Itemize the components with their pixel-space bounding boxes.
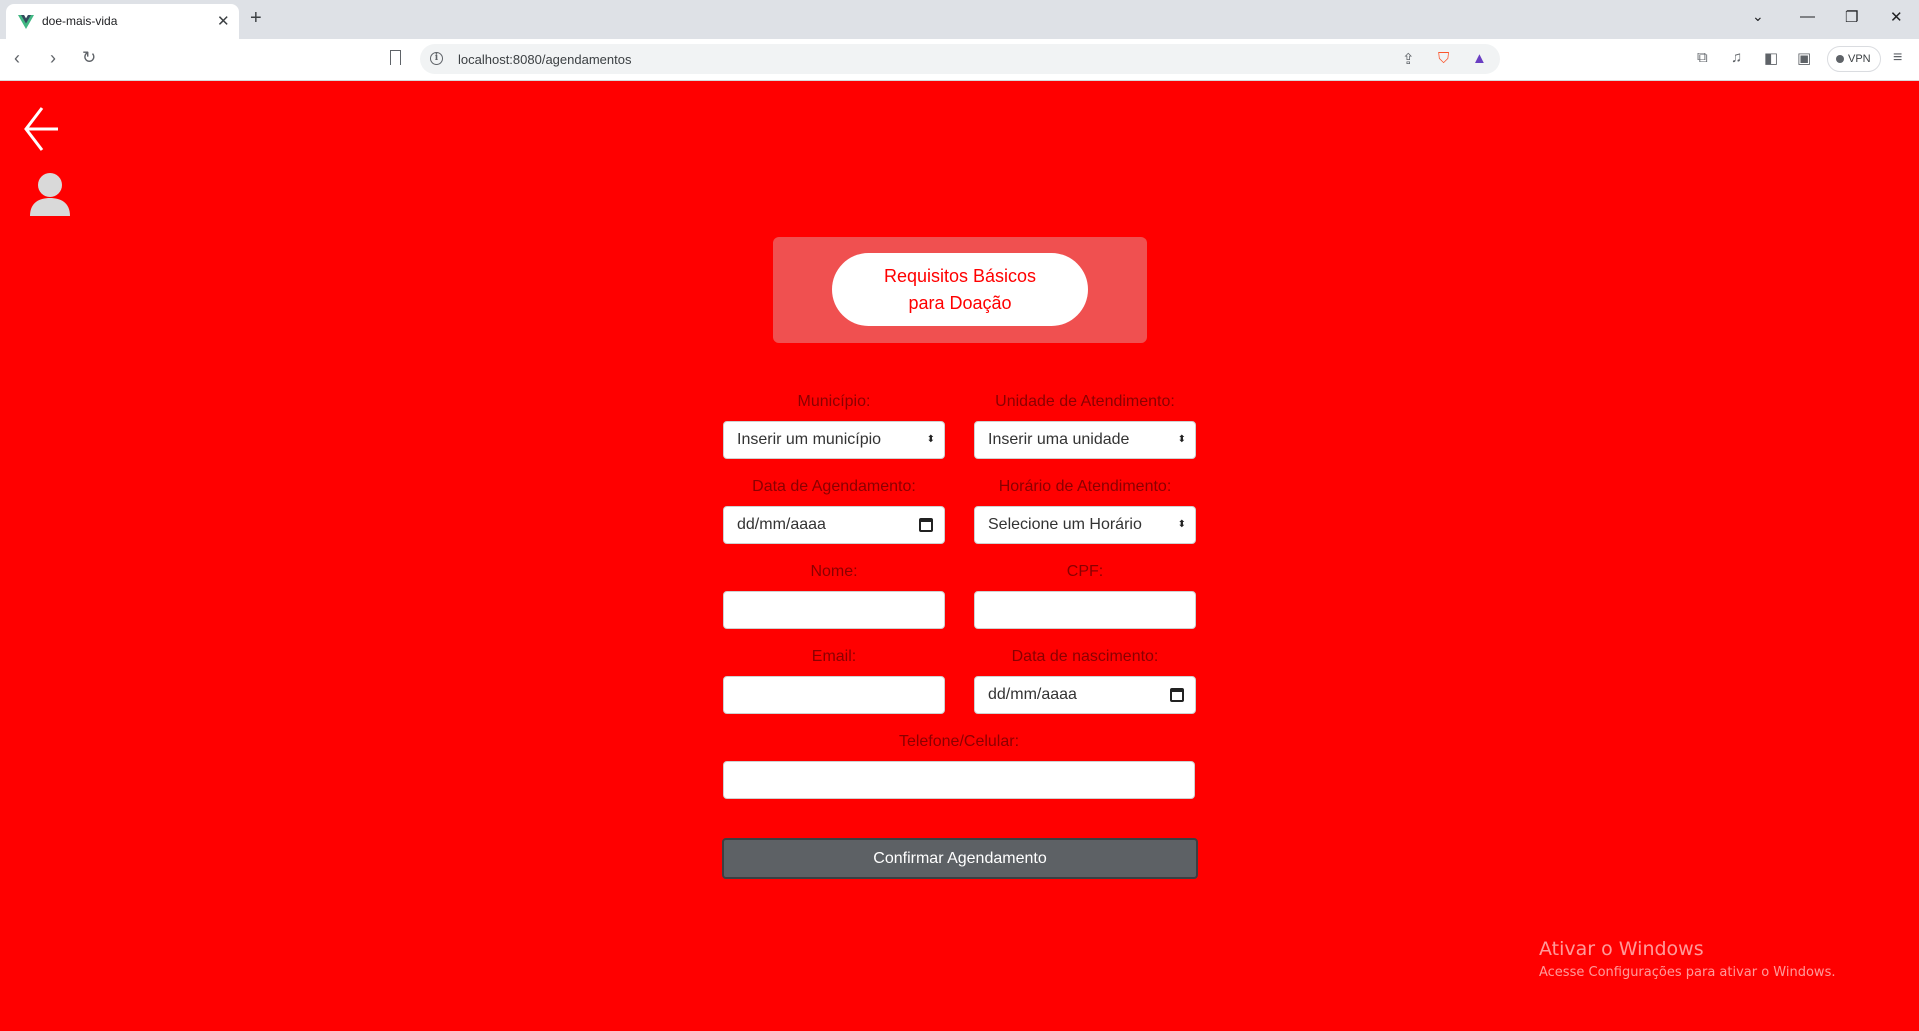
sidebar-icon[interactable]: ◧ [1764,49,1778,67]
vpn-label: VPN [1848,53,1871,65]
nascimento-value: dd/mm/aaaa [988,686,1077,703]
media-icon[interactable]: ♫ [1731,49,1742,66]
select-arrows-icon: ⬍ [926,434,935,445]
vpn-button[interactable]: VPN [1827,46,1881,72]
brave-shield-icon[interactable]: ⛉ [1438,50,1449,67]
browser-tab[interactable]: doe-mais-vida ✕ [6,4,239,39]
data-agendamento-input[interactable]: dd/mm/aaaa [723,506,945,544]
unidade-select[interactable]: Inserir uma unidade ⬍ [974,421,1196,459]
municipio-select[interactable]: Inserir um município ⬍ [723,421,945,459]
unidade-value: Inserir uma unidade [988,431,1130,448]
municipio-value: Inserir um município [737,431,882,448]
select-arrows-icon: ⬍ [1177,519,1186,530]
calendar-icon[interactable] [1170,688,1184,702]
brave-rewards-icon[interactable]: ▲ [1472,50,1487,67]
requirements-button[interactable]: Requisitos Básicos para Doação [832,253,1088,326]
vpn-status-icon [1836,55,1844,63]
user-profile-icon[interactable] [28,172,72,216]
telefone-input[interactable] [723,761,1195,799]
select-arrows-icon: ⬍ [1177,434,1186,445]
nascimento-label: Data de nascimento: [1011,648,1159,665]
close-tab-icon[interactable]: ✕ [217,12,230,30]
back-arrow-icon[interactable] [22,104,62,154]
unidade-label: Unidade de Atendimento: [995,393,1175,410]
vue-logo-icon [18,15,34,29]
bookmark-icon[interactable] [390,50,401,65]
tab-search-icon[interactable]: ⌄ [1752,8,1764,25]
calendar-icon[interactable] [919,518,933,532]
url-text: localhost:8080/agendamentos [458,52,632,67]
cpf-label: CPF: [1066,563,1104,580]
windows-watermark-title: Ativar o Windows [1539,938,1704,960]
restore-icon[interactable]: ❐ [1845,8,1858,26]
horario-select[interactable]: Selecione um Horário ⬍ [974,506,1196,544]
address-bar[interactable]: i localhost:8080/agendamentos ⇪ ⛉ ▲ [420,44,1500,74]
horario-label: Horário de Atendimento: [998,478,1172,495]
cpf-input[interactable] [974,591,1196,629]
forward-nav-icon[interactable]: › [50,48,56,69]
requirements-panel: Requisitos Básicos para Doação [773,237,1147,343]
tab-title: doe-mais-vida [42,14,118,28]
requirements-line2: para Doação [908,292,1012,313]
browser-tabstrip: doe-mais-vida ✕ + ⌄ — ❐ ✕ [0,0,1919,39]
nome-input[interactable] [723,591,945,629]
windows-watermark-subtitle: Acesse Configurações para ativar o Windo… [1539,965,1836,980]
email-input[interactable] [723,676,945,714]
close-window-icon[interactable]: ✕ [1890,8,1903,26]
data-agendamento-value: dd/mm/aaaa [737,516,826,533]
horario-value: Selecione um Horário [988,516,1142,533]
nome-label: Nome: [810,563,858,580]
requirements-line1: Requisitos Básicos [883,265,1037,286]
email-label: Email: [811,648,857,665]
telefone-label: Telefone/Celular: [898,733,1020,750]
confirm-button[interactable]: Confirmar Agendamento [722,838,1198,879]
back-nav-icon[interactable]: ‹ [14,48,20,69]
municipio-label: Município: [797,393,871,410]
wallet-icon[interactable]: ▣ [1797,49,1811,67]
reload-icon[interactable]: ↻ [82,48,96,68]
new-tab-icon[interactable]: + [250,7,262,30]
data-agendamento-label: Data de Agendamento: [752,478,916,495]
browser-toolbar: ‹ › ↻ i localhost:8080/agendamentos ⇪ ⛉ … [0,39,1919,81]
minimize-icon[interactable]: — [1800,8,1815,25]
site-info-icon[interactable]: i [430,52,443,65]
nascimento-input[interactable]: dd/mm/aaaa [974,676,1196,714]
menu-icon[interactable]: ≡ [1893,49,1902,67]
share-icon[interactable]: ⇪ [1402,50,1415,68]
extensions-icon[interactable]: ⧉ [1697,49,1708,66]
